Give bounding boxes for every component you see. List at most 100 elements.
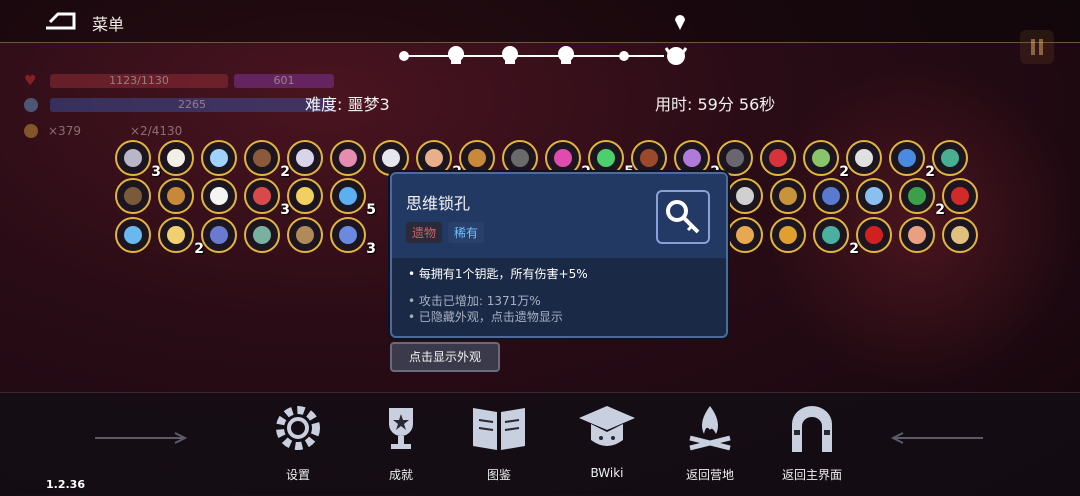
meat-icon[interactable]: 2 <box>416 140 462 180</box>
show-appearance-button[interactable]: 点击显示外观 <box>390 342 500 372</box>
cape-icon-glyph <box>726 149 744 167</box>
drum-icon-glyph <box>167 187 185 205</box>
nav-main-menu-label: 返回主界面 <box>781 468 842 482</box>
tooltip-note: • 已隐藏外观，点击遗物显示 <box>408 310 563 324</box>
potion-icon-glyph <box>822 187 840 205</box>
envelope-icon-glyph <box>736 226 754 244</box>
nav-settings[interactable]: 设置 <box>258 400 338 484</box>
urn-icon-glyph <box>511 149 529 167</box>
brain-icon[interactable] <box>330 140 366 176</box>
version-label: 1.2.36 <box>46 478 85 491</box>
nav-bwiki-label: BWiki <box>590 466 624 480</box>
crate-icon[interactable] <box>631 140 667 176</box>
clover-icon-glyph <box>597 149 615 167</box>
key-ring-icon-glyph <box>296 187 314 205</box>
eye-icon[interactable] <box>856 217 892 253</box>
ornament-left <box>95 430 190 444</box>
cage-icon-glyph <box>683 149 701 167</box>
eye-icon-glyph <box>865 226 883 244</box>
magnifier-icon-glyph <box>339 187 357 205</box>
flower-icon-glyph <box>382 149 400 167</box>
cube-icon-glyph <box>822 226 840 244</box>
cape-icon[interactable] <box>717 140 753 176</box>
hook-icon[interactable] <box>727 178 763 214</box>
nav-achievements[interactable]: 成就 <box>361 400 441 484</box>
nav-camp-label: 返回营地 <box>685 468 734 482</box>
demon-icon[interactable] <box>942 178 978 214</box>
horn-icon[interactable]: 2 <box>158 217 204 257</box>
fangs-icon[interactable] <box>201 178 237 214</box>
crystal-icon[interactable] <box>201 140 237 176</box>
tooltip-type-tag: 遗物 <box>406 222 443 243</box>
feather-icon[interactable] <box>158 140 194 176</box>
mirror-icon[interactable] <box>856 178 892 214</box>
cloak-icon[interactable]: 2 <box>244 140 290 180</box>
nav-codex-label: 图鉴 <box>486 468 511 482</box>
mask-icon[interactable]: 2 <box>545 140 591 180</box>
hook-icon-glyph <box>736 187 754 205</box>
scroll-chest-icon-glyph <box>779 187 797 205</box>
glove-icon[interactable] <box>201 217 237 253</box>
card-icon[interactable] <box>770 217 806 253</box>
nav-bwiki[interactable]: BWiki <box>567 400 647 484</box>
leaf-icon[interactable]: 2 <box>803 140 849 180</box>
drum-icon[interactable] <box>158 178 194 214</box>
hood-icon[interactable]: 3 <box>115 140 161 180</box>
ear-icon-glyph <box>908 226 926 244</box>
rose-icon-glyph <box>769 149 787 167</box>
campfire-icon <box>689 406 731 451</box>
orb-icon[interactable]: 2 <box>889 140 935 180</box>
pot-icon-glyph <box>253 187 271 205</box>
hourglass-icon[interactable] <box>942 217 978 253</box>
mirror-icon-glyph <box>865 187 883 205</box>
plant-icon[interactable]: 2 <box>899 178 945 218</box>
cage-icon[interactable]: 2 <box>674 140 720 180</box>
tooltip-title: 思维锁孔 <box>406 194 471 213</box>
cube-icon[interactable]: 2 <box>813 217 859 257</box>
clover-icon[interactable]: 5 <box>588 140 634 180</box>
rose-icon[interactable] <box>760 140 796 176</box>
tooltip-rarity-tag: 稀有 <box>448 222 485 243</box>
mask-icon-glyph <box>554 149 572 167</box>
hood-icon-glyph <box>124 149 142 167</box>
urn-icon[interactable] <box>502 140 538 176</box>
envelope-icon[interactable] <box>727 217 763 253</box>
worm-icon[interactable] <box>287 140 323 176</box>
scroll-chest-icon[interactable] <box>770 178 806 214</box>
flower-icon[interactable] <box>373 140 409 176</box>
idol-icon[interactable] <box>287 217 323 253</box>
key-icon <box>656 190 710 244</box>
pot-icon[interactable]: 3 <box>244 178 290 218</box>
ear-icon[interactable] <box>899 217 935 253</box>
meat-icon-glyph <box>425 149 443 167</box>
potion-icon[interactable] <box>813 178 849 214</box>
nav-codex[interactable]: 图鉴 <box>459 400 539 484</box>
pickaxe-icon[interactable] <box>459 140 495 176</box>
demon-icon-glyph <box>951 187 969 205</box>
nav-camp[interactable]: 返回营地 <box>670 400 750 484</box>
tooltip-stat: • 攻击已增加: 1371万% <box>408 294 541 308</box>
bone-icon-glyph <box>855 149 873 167</box>
magnifier-icon[interactable]: 5 <box>330 178 376 218</box>
gear-relic-icon[interactable] <box>115 178 151 214</box>
trophy-icon <box>389 408 413 449</box>
ship-icon[interactable] <box>932 140 968 176</box>
key-ring-icon[interactable] <box>287 178 323 214</box>
relic-count: 5 <box>366 202 376 218</box>
graduation-cap-icon <box>579 406 635 446</box>
key-icon-glyph <box>124 226 142 244</box>
horn-icon-glyph <box>167 226 185 244</box>
pickaxe-icon-glyph <box>468 149 486 167</box>
brain-icon-glyph <box>339 149 357 167</box>
fangs-icon-glyph <box>210 187 228 205</box>
nav-achievements-label: 成就 <box>388 468 413 482</box>
nav-main-menu[interactable]: 返回主界面 <box>772 400 852 484</box>
worm-icon-glyph <box>296 149 314 167</box>
nav-settings-label: 设置 <box>285 468 310 482</box>
sword-icon[interactable] <box>244 217 280 253</box>
hourglass-icon-glyph <box>951 226 969 244</box>
bone-icon[interactable] <box>846 140 882 176</box>
book-icon <box>473 408 525 450</box>
key-icon[interactable] <box>115 217 151 253</box>
lotus-icon[interactable]: 3 <box>330 217 376 257</box>
